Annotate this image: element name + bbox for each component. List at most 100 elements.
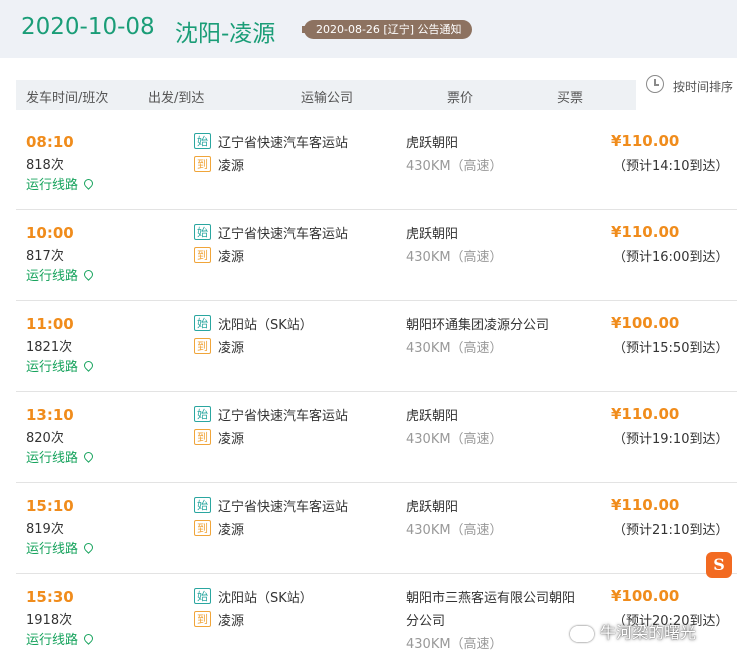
col-company-header: 运输公司 [301, 91, 354, 106]
schedule-row: 08:10 818次 运行线路 始 辽宁省快速汽车客运站 到 凌源 虎跃朝阳 4… [16, 118, 737, 210]
estimated-arrival: （预计15:50到达） [613, 341, 729, 356]
transport-company: 朝阳环通集团凌源分公司 [406, 318, 550, 333]
arrival-station: 凌源 [218, 341, 245, 356]
origin-tag: 始 [194, 406, 211, 422]
estimated-arrival: （预计16:00到达） [613, 250, 729, 265]
route-link[interactable]: 运行线路 [26, 265, 95, 284]
arrival-station: 凌源 [218, 432, 245, 447]
departure-time: 08:10 [26, 133, 74, 151]
schedule-row: 11:00 1821次 运行线路 始 沈阳站（SK站） 到 凌源 朝阳环通集团凌… [16, 300, 737, 392]
schedule-row: 15:10 819次 运行线路 始 辽宁省快速汽车客运站 到 凌源 虎跃朝阳 4… [16, 482, 737, 574]
destination-tag: 到 [194, 429, 211, 445]
route-link[interactable]: 运行线路 [26, 538, 95, 557]
route-link[interactable]: 运行线路 [26, 356, 95, 375]
route-title: 沈阳-凌源 [175, 21, 276, 47]
distance: 430KM（高速） [406, 432, 503, 447]
ticket-price: ¥110.00 [611, 405, 680, 423]
route-link-label: 运行线路 [26, 269, 79, 284]
distance: 430KM（高速） [406, 341, 503, 356]
notice-badge[interactable]: 2020-08-26 [辽宁] 公告通知 [302, 20, 472, 39]
transport-company: 虎跃朝阳 [406, 136, 459, 151]
arrival-station: 凌源 [218, 250, 245, 265]
route-link-label: 运行线路 [26, 542, 79, 557]
distance: 430KM（高速） [406, 250, 503, 265]
transport-company: 虎跃朝阳 [406, 227, 459, 242]
departure-station: 辽宁省快速汽车客运站 [218, 136, 349, 151]
route-link[interactable]: 运行线路 [26, 629, 95, 648]
route-link[interactable]: 运行线路 [26, 447, 95, 466]
map-pin-icon [82, 177, 95, 190]
departure-time: 11:00 [26, 315, 74, 333]
arrival-station: 凌源 [218, 614, 245, 629]
departure-time: 10:00 [26, 224, 74, 242]
arrival-station: 凌源 [218, 523, 245, 538]
destination-tag: 到 [194, 611, 211, 627]
ticket-price: ¥110.00 [611, 132, 680, 150]
col-station-header: 出发/到达 [148, 91, 205, 106]
departure-station: 沈阳站（SK站） [218, 591, 313, 606]
sort-label: 按时间排序 [673, 80, 734, 94]
map-pin-icon [82, 541, 95, 554]
departure-station: 辽宁省快速汽车客运站 [218, 409, 349, 424]
departure-time: 15:30 [26, 588, 74, 606]
origin-tag: 始 [194, 133, 211, 149]
departure-time: 15:10 [26, 497, 74, 515]
transport-company: 虎跃朝阳 [406, 500, 459, 515]
trip-number: 1918次 [26, 613, 73, 628]
origin-tag: 始 [194, 497, 211, 513]
col-price-header: 票价 [447, 91, 474, 106]
departure-station: 辽宁省快速汽车客运站 [218, 227, 349, 242]
route-link-label: 运行线路 [26, 451, 79, 466]
transport-company: 虎跃朝阳 [406, 409, 459, 424]
departure-station: 沈阳站（SK站） [218, 318, 313, 333]
estimated-arrival: （预计14:10到达） [613, 159, 729, 174]
map-pin-icon [82, 268, 95, 281]
destination-tag: 到 [194, 338, 211, 354]
sort-by-time-button[interactable]: 按时间排序 [646, 74, 737, 100]
map-pin-icon [82, 359, 95, 372]
ticket-price: ¥110.00 [611, 223, 680, 241]
col-time-header: 发车时间/班次 [26, 91, 109, 106]
trip-number: 818次 [26, 158, 64, 173]
distance: 430KM（高速） [406, 159, 503, 174]
watermark: 牛河梁的曙光 [570, 619, 696, 643]
header-bar: 2020-10-08 沈阳-凌源 2020-08-26 [辽宁] 公告通知 [0, 0, 737, 58]
estimated-arrival: （预计21:10到达） [613, 523, 729, 538]
table-header: 发车时间/班次 出发/到达 运输公司 票价 买票 [16, 80, 636, 110]
destination-tag: 到 [194, 247, 211, 263]
watermark-text: 牛河梁的曙光 [600, 623, 697, 642]
schedule-row: 13:10 820次 运行线路 始 辽宁省快速汽车客运站 到 凌源 虎跃朝阳 4… [16, 391, 737, 483]
wechat-icon [570, 625, 594, 642]
departure-time: 13:10 [26, 406, 74, 424]
origin-tag: 始 [194, 588, 211, 604]
clock-icon [646, 75, 664, 93]
sogou-input-icon[interactable]: S [706, 552, 732, 578]
travel-date[interactable]: 2020-10-08 [21, 14, 155, 40]
distance: 430KM（高速） [406, 523, 503, 538]
route-link-label: 运行线路 [26, 360, 79, 375]
trip-number: 819次 [26, 522, 64, 537]
departure-station: 辽宁省快速汽车客运站 [218, 500, 349, 515]
transport-company: 朝阳市三燕客运有限公司朝阳 [406, 591, 576, 606]
trip-number: 820次 [26, 431, 64, 446]
ticket-price: ¥110.00 [611, 496, 680, 514]
transport-company-line2: 分公司 [406, 614, 446, 629]
arrival-station: 凌源 [218, 159, 245, 174]
trip-number: 817次 [26, 249, 64, 264]
col-buy-header: 买票 [557, 91, 584, 106]
destination-tag: 到 [194, 156, 211, 172]
schedule-row: 10:00 817次 运行线路 始 辽宁省快速汽车客运站 到 凌源 虎跃朝阳 4… [16, 209, 737, 301]
map-pin-icon [82, 450, 95, 463]
ticket-price: ¥100.00 [611, 314, 680, 332]
route-link-label: 运行线路 [26, 633, 79, 648]
destination-tag: 到 [194, 520, 211, 536]
estimated-arrival: （预计19:10到达） [613, 432, 729, 447]
origin-tag: 始 [194, 224, 211, 240]
distance: 430KM（高速） [406, 637, 503, 652]
route-link[interactable]: 运行线路 [26, 174, 95, 193]
map-pin-icon [82, 632, 95, 645]
origin-tag: 始 [194, 315, 211, 331]
trip-number: 1821次 [26, 340, 73, 355]
ticket-price: ¥100.00 [611, 587, 680, 605]
route-link-label: 运行线路 [26, 178, 79, 193]
